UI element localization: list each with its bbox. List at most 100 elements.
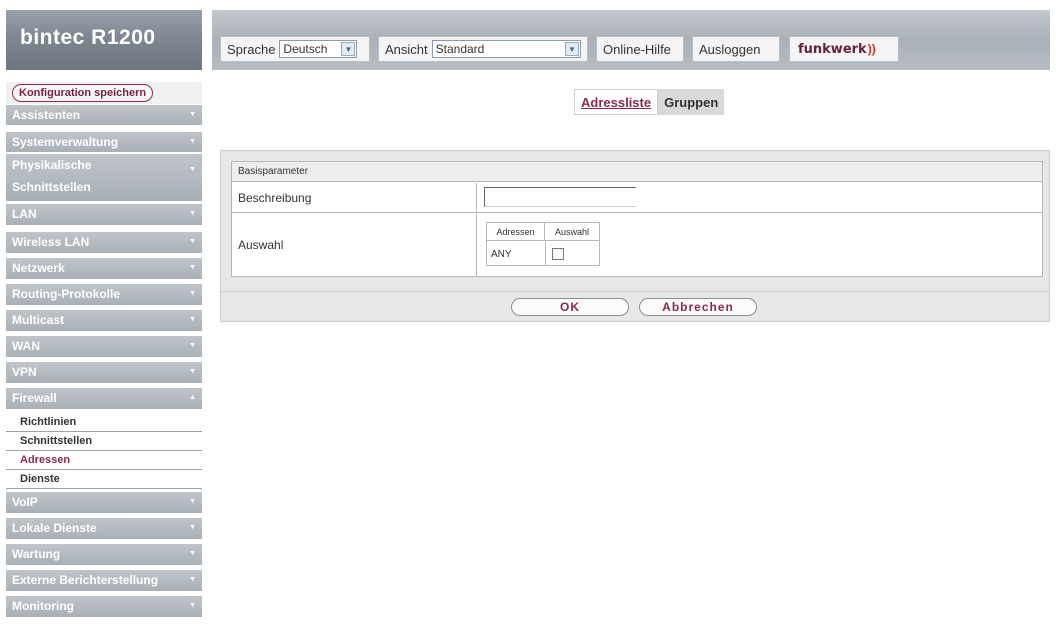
sidebar-item-label: VPN	[12, 365, 37, 379]
description-label: Beschreibung	[238, 191, 312, 205]
sidebar-item-wartung[interactable]: Wartung ▼	[6, 544, 202, 566]
sidebar-item-label: VoIP	[12, 495, 38, 509]
chevron-down-icon: ▼	[189, 550, 196, 557]
description-row: Beschreibung	[232, 183, 1042, 213]
description-input[interactable]	[484, 187, 636, 207]
chevron-down-icon: ▼	[189, 602, 196, 609]
sidebar-item-systemverwaltung[interactable]: Systemverwaltung ▼	[6, 132, 202, 153]
sidebar-item-label: Lokale Dienste	[12, 521, 97, 535]
sidebar-subitem-label: Richtlinien	[20, 416, 77, 428]
column-divider	[476, 183, 477, 212]
basic-parameters-form: Basisparameter Beschreibung Auswahl Adre…	[231, 161, 1043, 277]
top-toolbar: Sprache Deutsch ▼ Ansicht Standard ▼ Onl…	[212, 10, 1050, 70]
sidebar-item-label: Physikalische Schnittstellen	[12, 158, 92, 194]
sidebar-item-label: Systemverwaltung	[12, 135, 119, 149]
logout-label: Ausloggen	[699, 41, 761, 57]
table-cell-selection	[545, 242, 599, 266]
logout-link[interactable]: Ausloggen	[692, 36, 780, 62]
chevron-down-icon: ▼	[189, 290, 196, 297]
sidebar-item-multicast[interactable]: Multicast ▼	[6, 310, 202, 332]
chevron-down-icon: ▼	[189, 498, 196, 505]
sidebar-item-netzwerk[interactable]: Netzwerk ▼	[6, 258, 202, 280]
chevron-down-icon: ▼	[189, 238, 196, 245]
form-actions: OK Abbrechen	[221, 291, 1049, 321]
sidebar-item-label: WAN	[12, 339, 40, 353]
sidebar-item-label: Routing-Protokolle	[12, 287, 120, 301]
sidebar-subitem-adressen[interactable]: Adressen	[6, 451, 202, 470]
sidebar-item-routing-protokolle[interactable]: Routing-Protokolle ▼	[6, 284, 202, 306]
language-select-value: Deutsch	[283, 42, 328, 56]
sidebar-item-vpn[interactable]: VPN ▼	[6, 362, 202, 384]
selection-row: Auswahl Adressen Auswahl ANY	[232, 214, 1042, 276]
view-select-value: Standard	[435, 42, 485, 56]
chevron-down-icon: ▼	[189, 264, 196, 271]
sidebar-item-monitoring[interactable]: Monitoring ▼	[6, 596, 202, 618]
sidebar-item-label: Monitoring	[12, 599, 74, 613]
selection-table: Adressen Auswahl ANY	[486, 222, 600, 266]
chevron-down-icon: ▼	[189, 576, 196, 583]
sidebar-subitem-dienste[interactable]: Dienste	[6, 470, 202, 489]
chevron-down-icon: ▼	[189, 368, 196, 375]
chevron-down-icon: ▼	[189, 210, 196, 217]
chevron-up-icon: ▲	[189, 394, 196, 401]
sidebar-item-label: Wartung	[12, 547, 61, 561]
sidebar-item-assistenten[interactable]: Assistenten ▼	[6, 105, 202, 126]
save-configuration-button[interactable]: Konfiguration speichern	[12, 84, 154, 102]
view-label: Ansicht	[385, 41, 428, 57]
sidebar-item-label: Netzwerk	[12, 261, 65, 275]
sidebar-item-wan[interactable]: WAN ▼	[6, 336, 202, 358]
sidebar-item-wireless-lan[interactable]: Wireless LAN ▼	[6, 232, 202, 254]
tab-gruppen[interactable]: Gruppen	[658, 89, 725, 115]
chevron-down-icon: ▼	[189, 138, 196, 145]
sidebar-subitem-schnittstellen[interactable]: Schnittstellen	[6, 432, 202, 451]
chevron-down-icon: ▼	[189, 316, 196, 323]
sidebar-subitem-label: Dienste	[20, 473, 60, 485]
language-control: Sprache Deutsch ▼	[220, 36, 370, 62]
sidebar-item-externe-berichterstellung[interactable]: Externe Berichterstellung ▼	[6, 570, 202, 592]
table-cell-address: ANY	[491, 248, 512, 260]
chevron-down-icon: ▼	[341, 42, 356, 56]
sidebar: Konfiguration speichern Assistenten ▼ Sy…	[6, 74, 202, 626]
sidebar-subitem-label: Schnittstellen	[20, 435, 93, 447]
selection-label: Auswahl	[238, 238, 284, 252]
chevron-down-icon: ▼	[189, 342, 196, 349]
sidebar-item-lokale-dienste[interactable]: Lokale Dienste ▼	[6, 518, 202, 540]
view-control: Ansicht Standard ▼	[378, 36, 588, 62]
chevron-down-icon: ▼	[565, 42, 579, 56]
online-help-label: Online-Hilfe	[603, 41, 671, 57]
sidebar-item-label: Multicast	[12, 313, 65, 327]
brand-name: funkwerk	[798, 41, 867, 57]
chevron-down-icon: ▼	[189, 524, 196, 531]
sidebar-item-label: Assistenten	[12, 108, 81, 122]
content-tabs: Adressliste Gruppen	[574, 89, 725, 115]
select-any-checkbox[interactable]	[552, 248, 564, 260]
table-header-auswahl: Auswahl	[545, 223, 599, 241]
sidebar-item-lan[interactable]: LAN ▼	[6, 204, 202, 226]
sidebar-item-label: Wireless LAN	[12, 235, 90, 249]
sidebar-subitem-label: Adressen	[20, 454, 71, 466]
online-help-link[interactable]: Online-Hilfe	[596, 36, 684, 62]
view-select[interactable]: Standard ▼	[431, 40, 581, 58]
language-select[interactable]: Deutsch ▼	[279, 40, 358, 58]
sidebar-item-label: LAN	[12, 207, 37, 221]
app-logo: bintec R1200	[6, 10, 202, 70]
section-title: Basisparameter	[232, 162, 1042, 182]
header: bintec R1200 Sprache Deutsch ▼ Ansicht S…	[0, 0, 1056, 74]
ok-button[interactable]: OK	[511, 298, 629, 316]
sidebar-item-label: Firewall	[12, 391, 57, 405]
language-label: Sprache	[227, 41, 276, 57]
cancel-button[interactable]: Abbrechen	[639, 298, 757, 316]
column-divider	[476, 214, 477, 276]
sidebar-item-physikalische-schnittstellen[interactable]: Physikalische Schnittstellen ▼	[6, 154, 202, 202]
brand-waves-icon: ))	[867, 42, 876, 56]
chevron-down-icon: ▼	[189, 111, 196, 118]
sidebar-subitem-richtlinien[interactable]: Richtlinien	[6, 413, 202, 432]
sidebar-item-label: Externe Berichterstellung	[12, 573, 159, 587]
sidebar-item-voip[interactable]: VoIP ▼	[6, 492, 202, 514]
save-config-area: Konfiguration speichern	[6, 82, 202, 104]
sidebar-item-firewall[interactable]: Firewall ▲	[6, 388, 202, 410]
chevron-down-icon: ▼	[189, 166, 196, 173]
table-header-adressen: Adressen	[487, 223, 545, 241]
tab-adressliste[interactable]: Adressliste	[574, 89, 659, 115]
brand-logo: funkwerk ))	[789, 36, 899, 62]
